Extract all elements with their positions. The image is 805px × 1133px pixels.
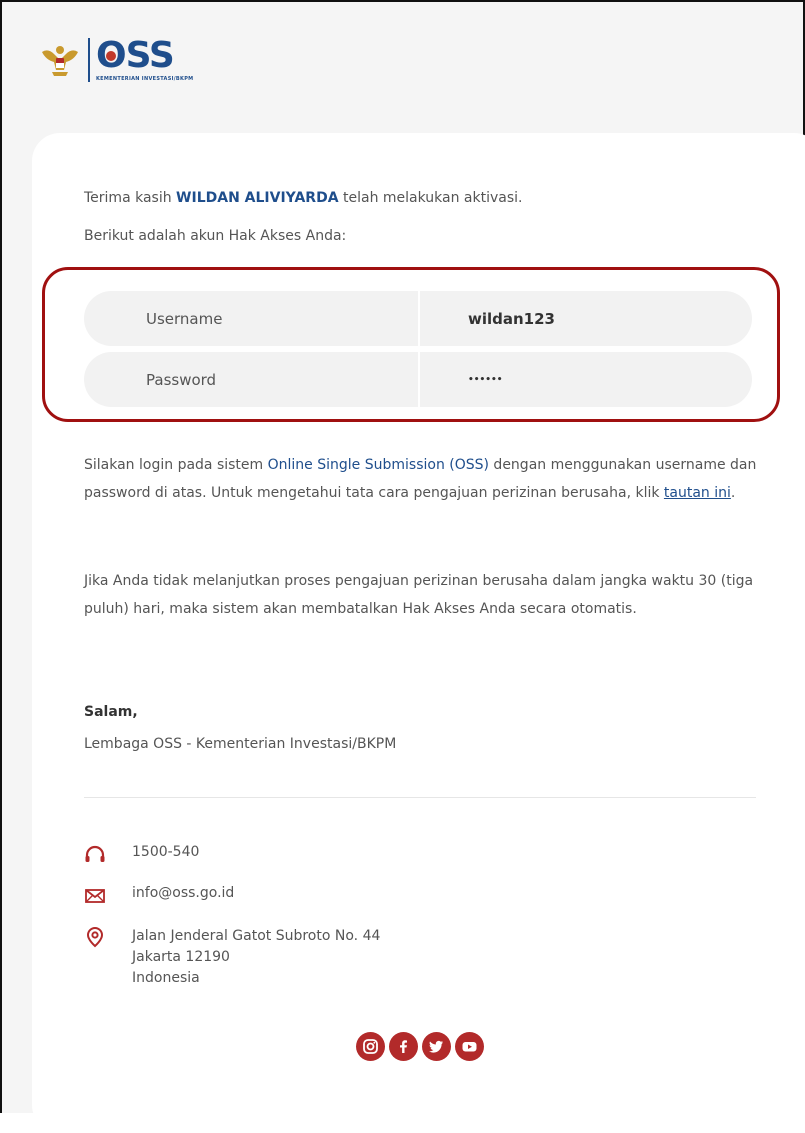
logo-divider — [88, 38, 90, 82]
username-value: wildan123 — [468, 309, 555, 328]
instagram-icon[interactable] — [356, 1032, 385, 1061]
password-row: Password •••••• — [84, 352, 752, 407]
address-line-1: Jalan Jenderal Gatot Subroto No. 44 — [132, 928, 381, 944]
login-instructions: Silakan login pada sistem Online Single … — [84, 451, 774, 507]
contact-email: info@oss.go.id — [84, 885, 234, 907]
intro-line-2: Berikut adalah akun Hak Akses Anda: — [84, 228, 347, 244]
p1-before: Silakan login pada sistem — [84, 457, 268, 473]
expiry-notice: Jika Anda tidak melanjutkan proses penga… — [84, 573, 754, 617]
intro-prefix: Terima kasih — [84, 190, 177, 206]
oss-link[interactable]: Online Single Submission (OSS) — [268, 457, 489, 473]
username-row: Username wildan123 — [84, 291, 752, 346]
user-name: WILDAN ALIVIYARDA — [176, 190, 339, 206]
intro-suffix: telah melakukan aktivasi. — [338, 190, 523, 206]
address-block: Jalan Jenderal Gatot Subroto No. 44 Jaka… — [132, 926, 380, 989]
social-links — [356, 1032, 484, 1061]
location-pin-icon — [86, 926, 104, 948]
address-line-3: Indonesia — [132, 970, 200, 986]
garuda-emblem-icon — [42, 46, 78, 76]
oss-logo-subtitle: KEMENTERIAN INVESTASI/BKPM — [96, 76, 194, 82]
intro-line: Terima kasih WILDAN ALIVIYARDA telah mel… — [84, 188, 523, 208]
tautan-link[interactable]: tautan ini — [664, 485, 731, 501]
address-line-2: Jakarta 12190 — [132, 949, 230, 965]
facebook-icon[interactable] — [389, 1032, 418, 1061]
password-label: Password — [84, 352, 420, 407]
footer-divider — [84, 797, 756, 798]
oss-logo: OSS KEMENTERIAN INVESTASI/BKPM — [96, 38, 194, 83]
header-logo: OSS KEMENTERIAN INVESTASI/BKPM — [40, 38, 193, 82]
username-label: Username — [84, 291, 420, 346]
oss-logo-text: OSS — [96, 38, 193, 74]
contact-address: Jalan Jenderal Gatot Subroto No. 44 Jaka… — [84, 926, 380, 989]
headset-icon — [85, 845, 105, 862]
email-address: info@oss.go.id — [132, 885, 235, 901]
organization-signature: Lembaga OSS - Kementerian Investasi/BKPM — [84, 736, 397, 752]
youtube-icon[interactable] — [455, 1032, 484, 1061]
twitter-icon[interactable] — [422, 1032, 451, 1061]
contact-phone: 1500-540 — [84, 844, 199, 866]
mail-icon — [85, 889, 105, 903]
oss-logo-dot — [106, 51, 116, 61]
p1-end: . — [730, 485, 736, 501]
password-value: •••••• — [468, 374, 503, 385]
salam-greeting: Salam, — [84, 704, 138, 720]
phone-number: 1500-540 — [132, 844, 200, 860]
